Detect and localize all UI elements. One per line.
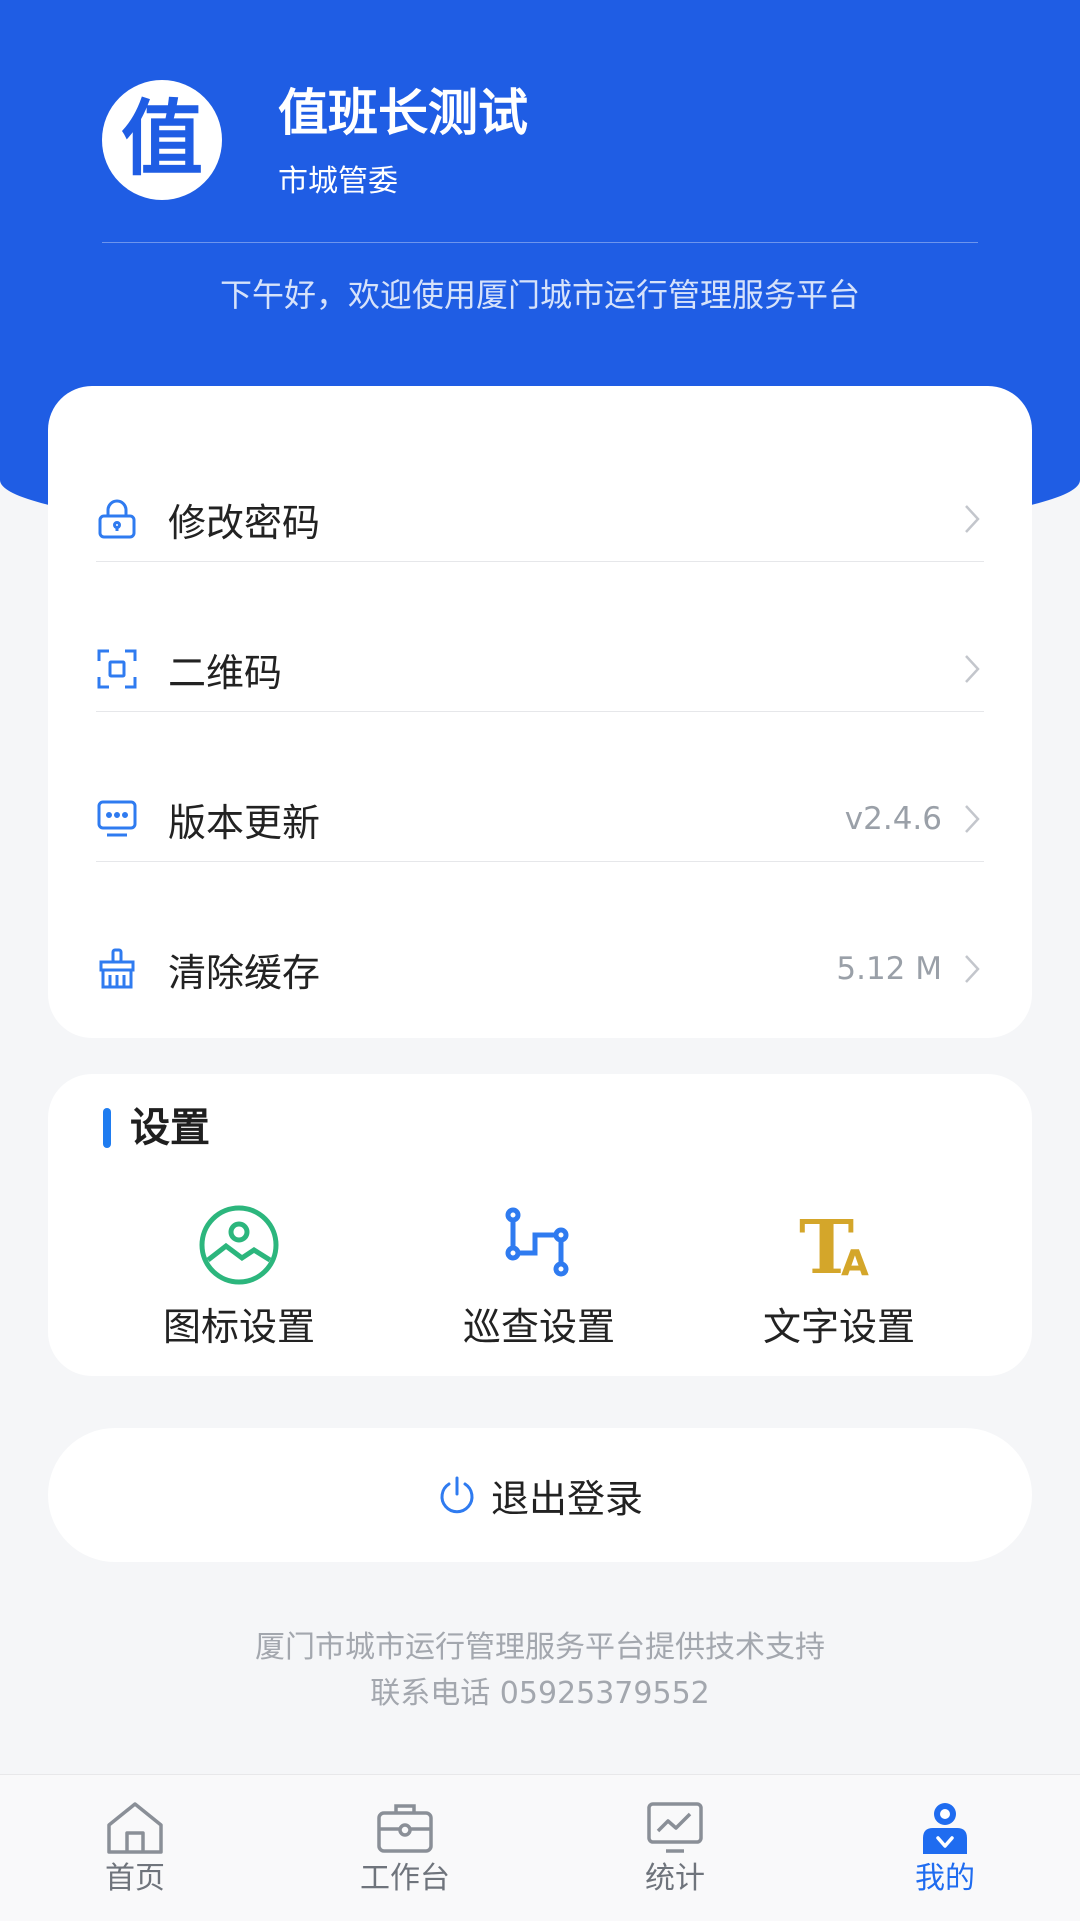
chevron-right-icon	[960, 652, 984, 686]
tab-label: 首页	[105, 1861, 165, 1896]
tab-label: 工作台	[360, 1861, 450, 1896]
monitor-update-icon	[96, 798, 138, 840]
user-name: 值班长测试	[278, 84, 528, 142]
tab-label: 我的	[915, 1861, 975, 1896]
contact-text: 联系电话 05925379552	[370, 1676, 710, 1711]
svg-text:A: A	[841, 1243, 869, 1284]
tab-workbench[interactable]: 工作台	[305, 1799, 505, 1909]
logout-button[interactable]: 退出登录	[48, 1428, 1032, 1562]
chevron-right-icon	[960, 952, 984, 986]
chart-icon	[644, 1799, 706, 1857]
version-value: v2.4.6	[844, 801, 942, 837]
menu-divider	[96, 711, 984, 712]
tab-mine[interactable]: 我的	[845, 1799, 1045, 1909]
menu-item-label: 版本更新	[168, 800, 321, 845]
power-icon	[437, 1475, 477, 1515]
text-size-icon: T A	[796, 1202, 882, 1288]
account-menu-card: 修改密码 二维码 版本更新 v2.4.6 清除缓存 5.12 M	[48, 386, 1032, 1038]
tab-home[interactable]: 首页	[35, 1799, 235, 1909]
greeting-text: 下午好，欢迎使用厦门城市运行管理服务平台	[219, 276, 860, 314]
qrcode-scan-icon	[96, 648, 138, 690]
menu-divider	[96, 561, 984, 562]
menu-item-change-password[interactable]: 修改密码	[96, 444, 984, 594]
briefcase-icon	[374, 1799, 436, 1857]
logout-label: 退出登录	[490, 1476, 643, 1521]
settings-item-label: 巡查设置	[462, 1305, 615, 1349]
settings-title: 设置	[130, 1105, 210, 1151]
chevron-right-icon	[960, 802, 984, 836]
bottom-tab-bar: 首页 工作台 统计 我的	[0, 1774, 1080, 1921]
avatar[interactable]: 值	[102, 80, 222, 200]
menu-item-label: 修改密码	[168, 500, 321, 545]
image-icon	[196, 1202, 282, 1288]
header-divider	[102, 242, 978, 243]
menu-item-label: 清除缓存	[168, 950, 321, 995]
menu-item-clear-cache[interactable]: 清除缓存 5.12 M	[96, 894, 984, 1044]
menu-item-version-update[interactable]: 版本更新 v2.4.6	[96, 744, 984, 894]
user-icon	[914, 1799, 976, 1857]
support-text: 厦门市城市运行管理服务平台提供技术支持	[255, 1630, 825, 1665]
settings-item-label: 文字设置	[762, 1305, 915, 1349]
settings-card: 设置 图标设置 巡查设置 T A 文字设置	[48, 1074, 1032, 1376]
route-icon	[496, 1202, 582, 1288]
settings-item-text[interactable]: T A 文字设置	[689, 1202, 989, 1362]
tab-label: 统计	[645, 1861, 705, 1896]
section-accent-bar	[103, 1108, 111, 1148]
user-department: 市城管委	[278, 164, 398, 199]
brush-icon	[96, 948, 138, 990]
cache-size-value: 5.12 M	[836, 951, 942, 987]
home-icon	[104, 1799, 166, 1857]
menu-item-label: 二维码	[168, 650, 283, 695]
lock-icon	[96, 498, 138, 540]
menu-divider	[96, 861, 984, 862]
settings-item-label: 图标设置	[162, 1305, 315, 1349]
settings-item-patrol[interactable]: 巡查设置	[389, 1202, 689, 1362]
menu-item-qrcode[interactable]: 二维码	[96, 594, 984, 744]
settings-item-icon[interactable]: 图标设置	[89, 1202, 389, 1362]
tab-statistics[interactable]: 统计	[575, 1799, 775, 1909]
chevron-right-icon	[960, 502, 984, 536]
